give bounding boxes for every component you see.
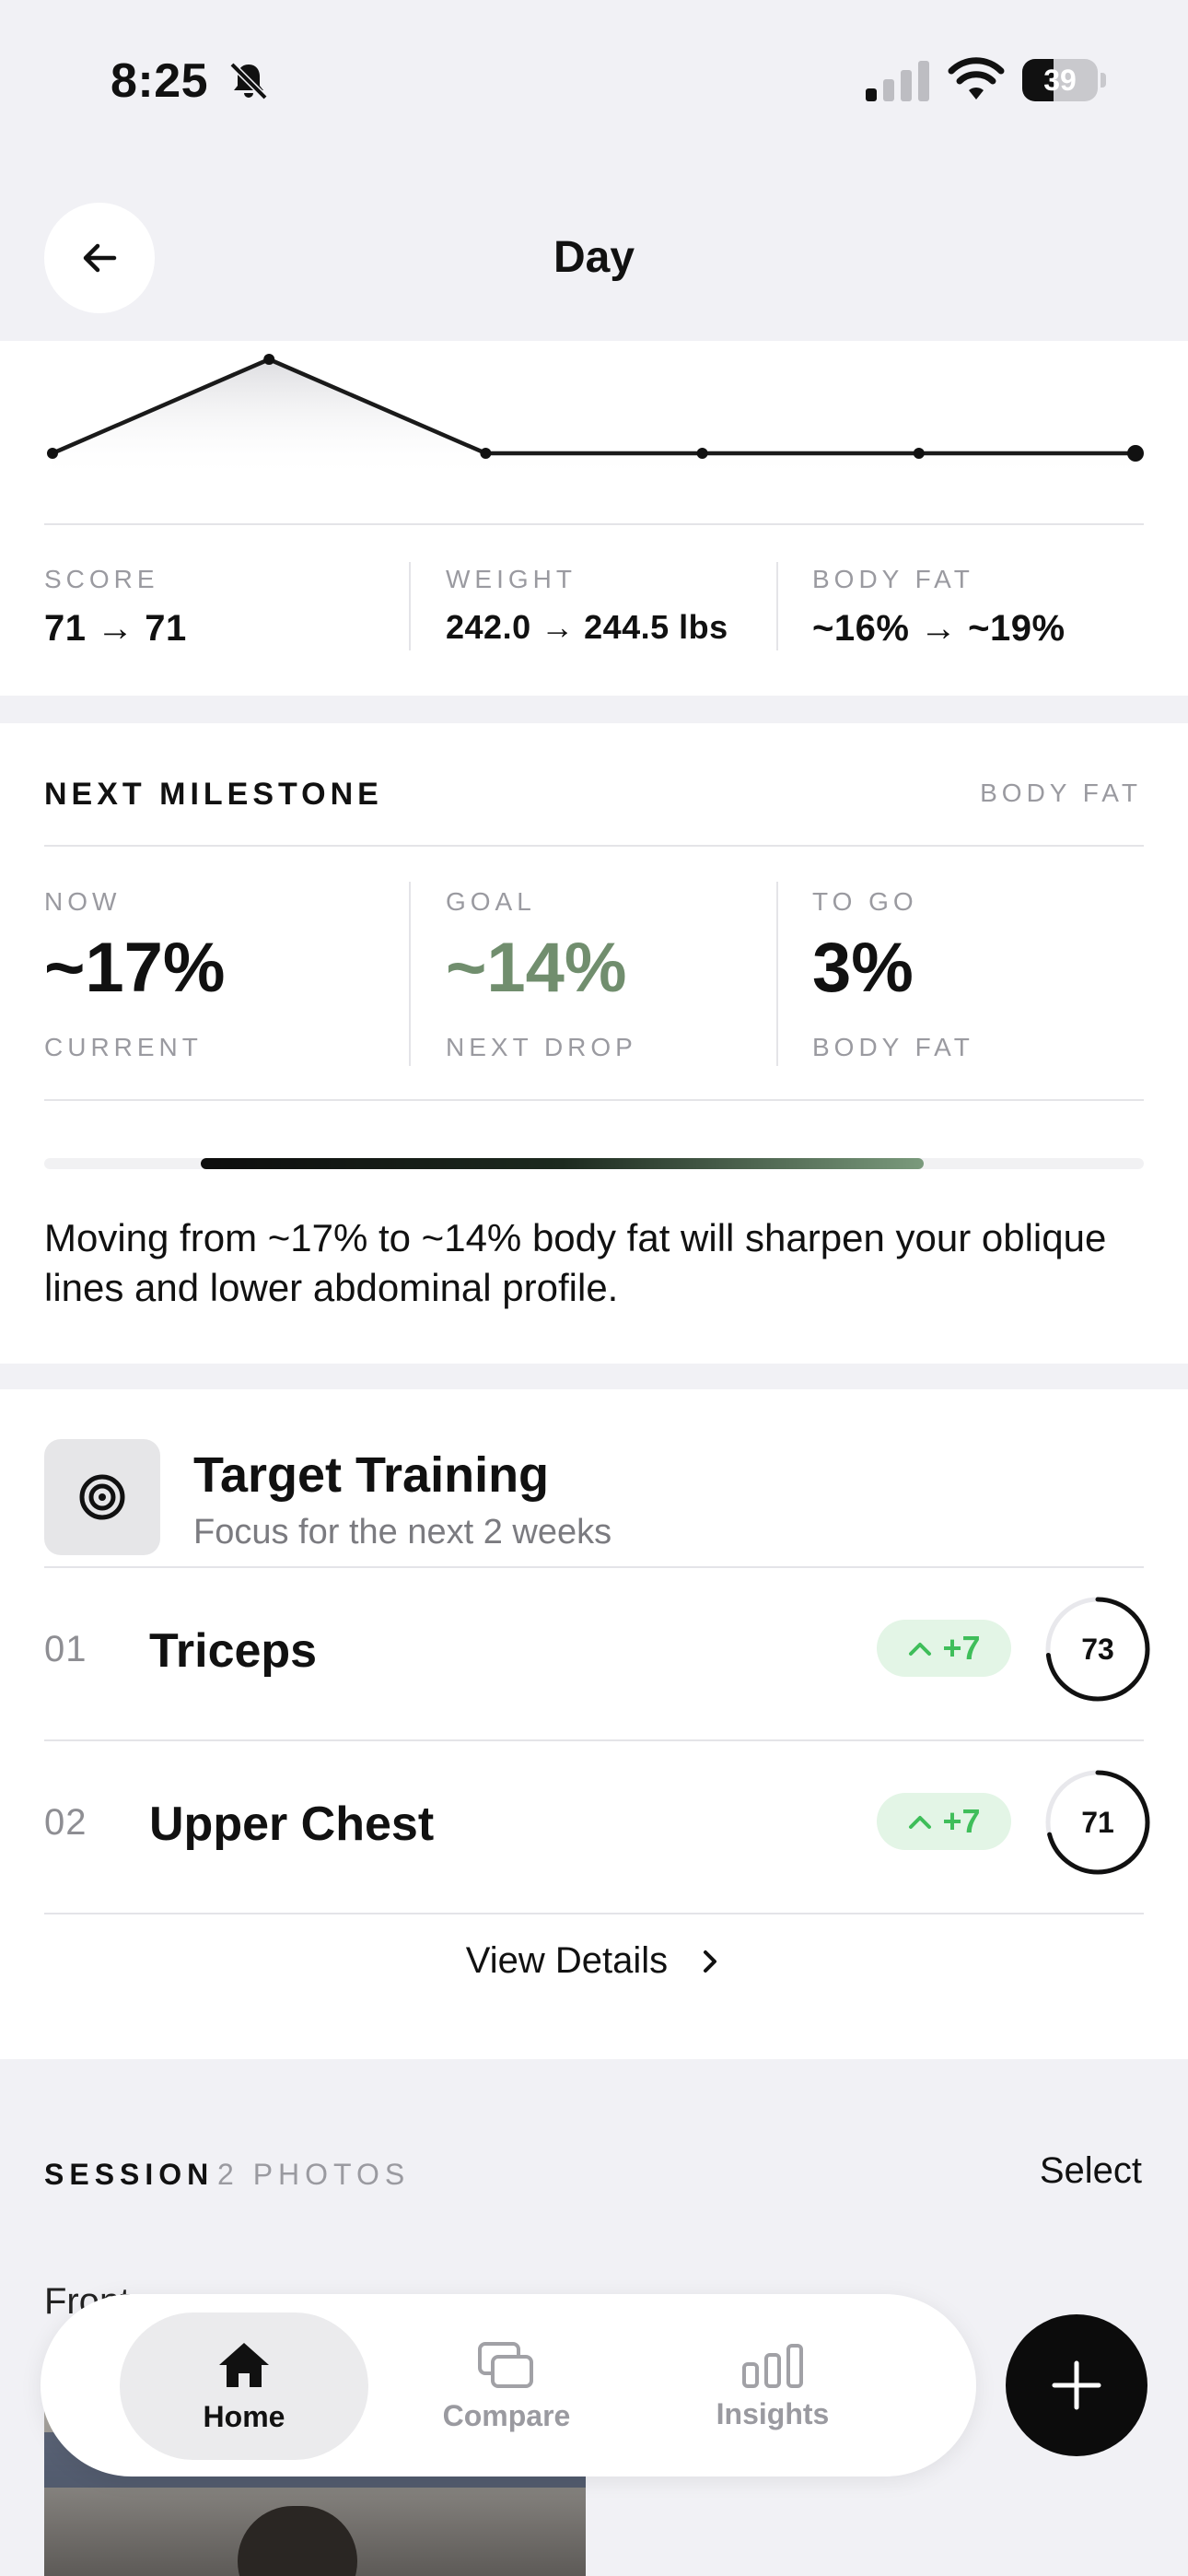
bottom-tab-bar: Home Compare Insights xyxy=(41,2294,976,2476)
trend-line-chart xyxy=(47,354,1144,479)
milestone-description: Moving from ~17% to ~14% body fat will s… xyxy=(44,1216,1107,1309)
stat-bodyfat-value: ~16% → ~19% xyxy=(812,608,1066,649)
delta-value: +7 xyxy=(942,1802,981,1840)
select-button[interactable]: Select xyxy=(1040,2150,1142,2192)
page-title: Day xyxy=(553,233,635,282)
tab-insights[interactable]: Insights xyxy=(648,2313,897,2460)
target-training-card: Target Training Focus for the next 2 wee… xyxy=(0,1389,1188,2059)
tab-label: Home xyxy=(203,2399,285,2433)
score-delta-badge: +7 xyxy=(877,1620,1011,1677)
divider xyxy=(44,1099,1144,1101)
goal-value: ~14% xyxy=(446,929,627,1007)
goal-label: GOAL xyxy=(446,887,536,916)
target-training-title: Target Training xyxy=(193,1447,550,1503)
row-muscle-name: Triceps xyxy=(149,1624,318,1678)
milestone-progress-fill xyxy=(201,1158,925,1169)
silent-bell-icon xyxy=(229,62,268,100)
now-sub: CURRENT xyxy=(44,1033,203,1061)
divider xyxy=(409,562,411,650)
stat-weight-label: WEIGHT xyxy=(446,565,577,593)
view-details-link[interactable]: View Details xyxy=(0,1940,1188,1982)
divider xyxy=(776,882,778,1066)
chevron-right-icon xyxy=(704,1950,717,1973)
row-number: 01 xyxy=(44,1629,87,1669)
tab-home[interactable]: Home xyxy=(120,2313,368,2460)
stat-bodyfat-label: BODY FAT xyxy=(812,565,974,593)
stat-score-label: SCORE xyxy=(44,565,159,593)
milestone-category: BODY FAT xyxy=(980,779,1142,807)
session-photo-count: 2 PHOTOS xyxy=(217,2158,411,2191)
tab-compare[interactable]: Compare xyxy=(382,2313,631,2460)
stat-weight-value: 242.0 → 244.5 lbs xyxy=(446,608,728,646)
milestone-card: NEXT MILESTONE BODY FAT NOW ~17% CURRENT… xyxy=(0,723,1188,1364)
trend-point xyxy=(480,448,492,459)
cellular-signal-icon xyxy=(866,61,929,101)
now-label: NOW xyxy=(44,887,122,916)
target-training-subtitle: Focus for the next 2 weeks xyxy=(193,1513,612,1551)
trend-point xyxy=(263,354,275,365)
chevron-up-icon xyxy=(909,1643,932,1656)
milestone-title: NEXT MILESTONE xyxy=(44,777,383,812)
training-row-triceps[interactable]: 01 Triceps +7 73 xyxy=(0,1568,1188,1739)
togo-label: TO GO xyxy=(812,887,918,916)
status-time: 8:25 xyxy=(111,54,209,108)
trend-point xyxy=(47,448,58,459)
trend-point xyxy=(1127,445,1144,462)
trend-card: SCORE 71 → 71 WEIGHT 242.0 → 244.5 lbs B… xyxy=(0,341,1188,696)
trend-point xyxy=(696,448,708,459)
plus-icon xyxy=(1052,2360,1101,2410)
stat-score-value: 71 → 71 xyxy=(44,608,187,649)
row-number: 02 xyxy=(44,1802,87,1843)
battery-indicator: 39 xyxy=(1022,59,1107,101)
milestone-progress-bar xyxy=(44,1158,1144,1169)
score-value: 71 xyxy=(1081,1806,1114,1839)
session-title: SESSION xyxy=(44,2158,215,2191)
divider xyxy=(44,845,1144,847)
divider xyxy=(776,562,778,650)
home-icon xyxy=(219,2342,269,2387)
divider xyxy=(44,1913,1144,1914)
score-value: 73 xyxy=(1081,1633,1114,1666)
wifi-icon xyxy=(948,57,1005,100)
training-row-upper-chest[interactable]: 02 Upper Chest +7 71 xyxy=(0,1741,1188,1913)
insights-icon xyxy=(742,2343,803,2388)
trend-area xyxy=(52,359,1136,479)
tab-label: Insights xyxy=(716,2396,830,2430)
tab-label: Compare xyxy=(442,2398,571,2432)
view-details-label: View Details xyxy=(465,1940,669,1981)
trend-point xyxy=(913,448,925,459)
compare-icon xyxy=(478,2341,533,2388)
delta-value: +7 xyxy=(942,1629,981,1667)
add-button[interactable] xyxy=(1006,2314,1147,2456)
togo-sub: BODY FAT xyxy=(812,1033,974,1061)
chevron-up-icon xyxy=(909,1816,932,1829)
row-muscle-name: Upper Chest xyxy=(149,1797,435,1851)
score-delta-badge: +7 xyxy=(877,1793,1011,1850)
togo-value: 3% xyxy=(812,929,914,1007)
goal-sub: NEXT DROP xyxy=(446,1033,637,1061)
divider xyxy=(44,523,1144,525)
divider xyxy=(409,882,411,1066)
target-icon xyxy=(79,1474,125,1520)
now-value: ~17% xyxy=(44,929,226,1007)
target-training-icon-tile xyxy=(44,1439,160,1555)
